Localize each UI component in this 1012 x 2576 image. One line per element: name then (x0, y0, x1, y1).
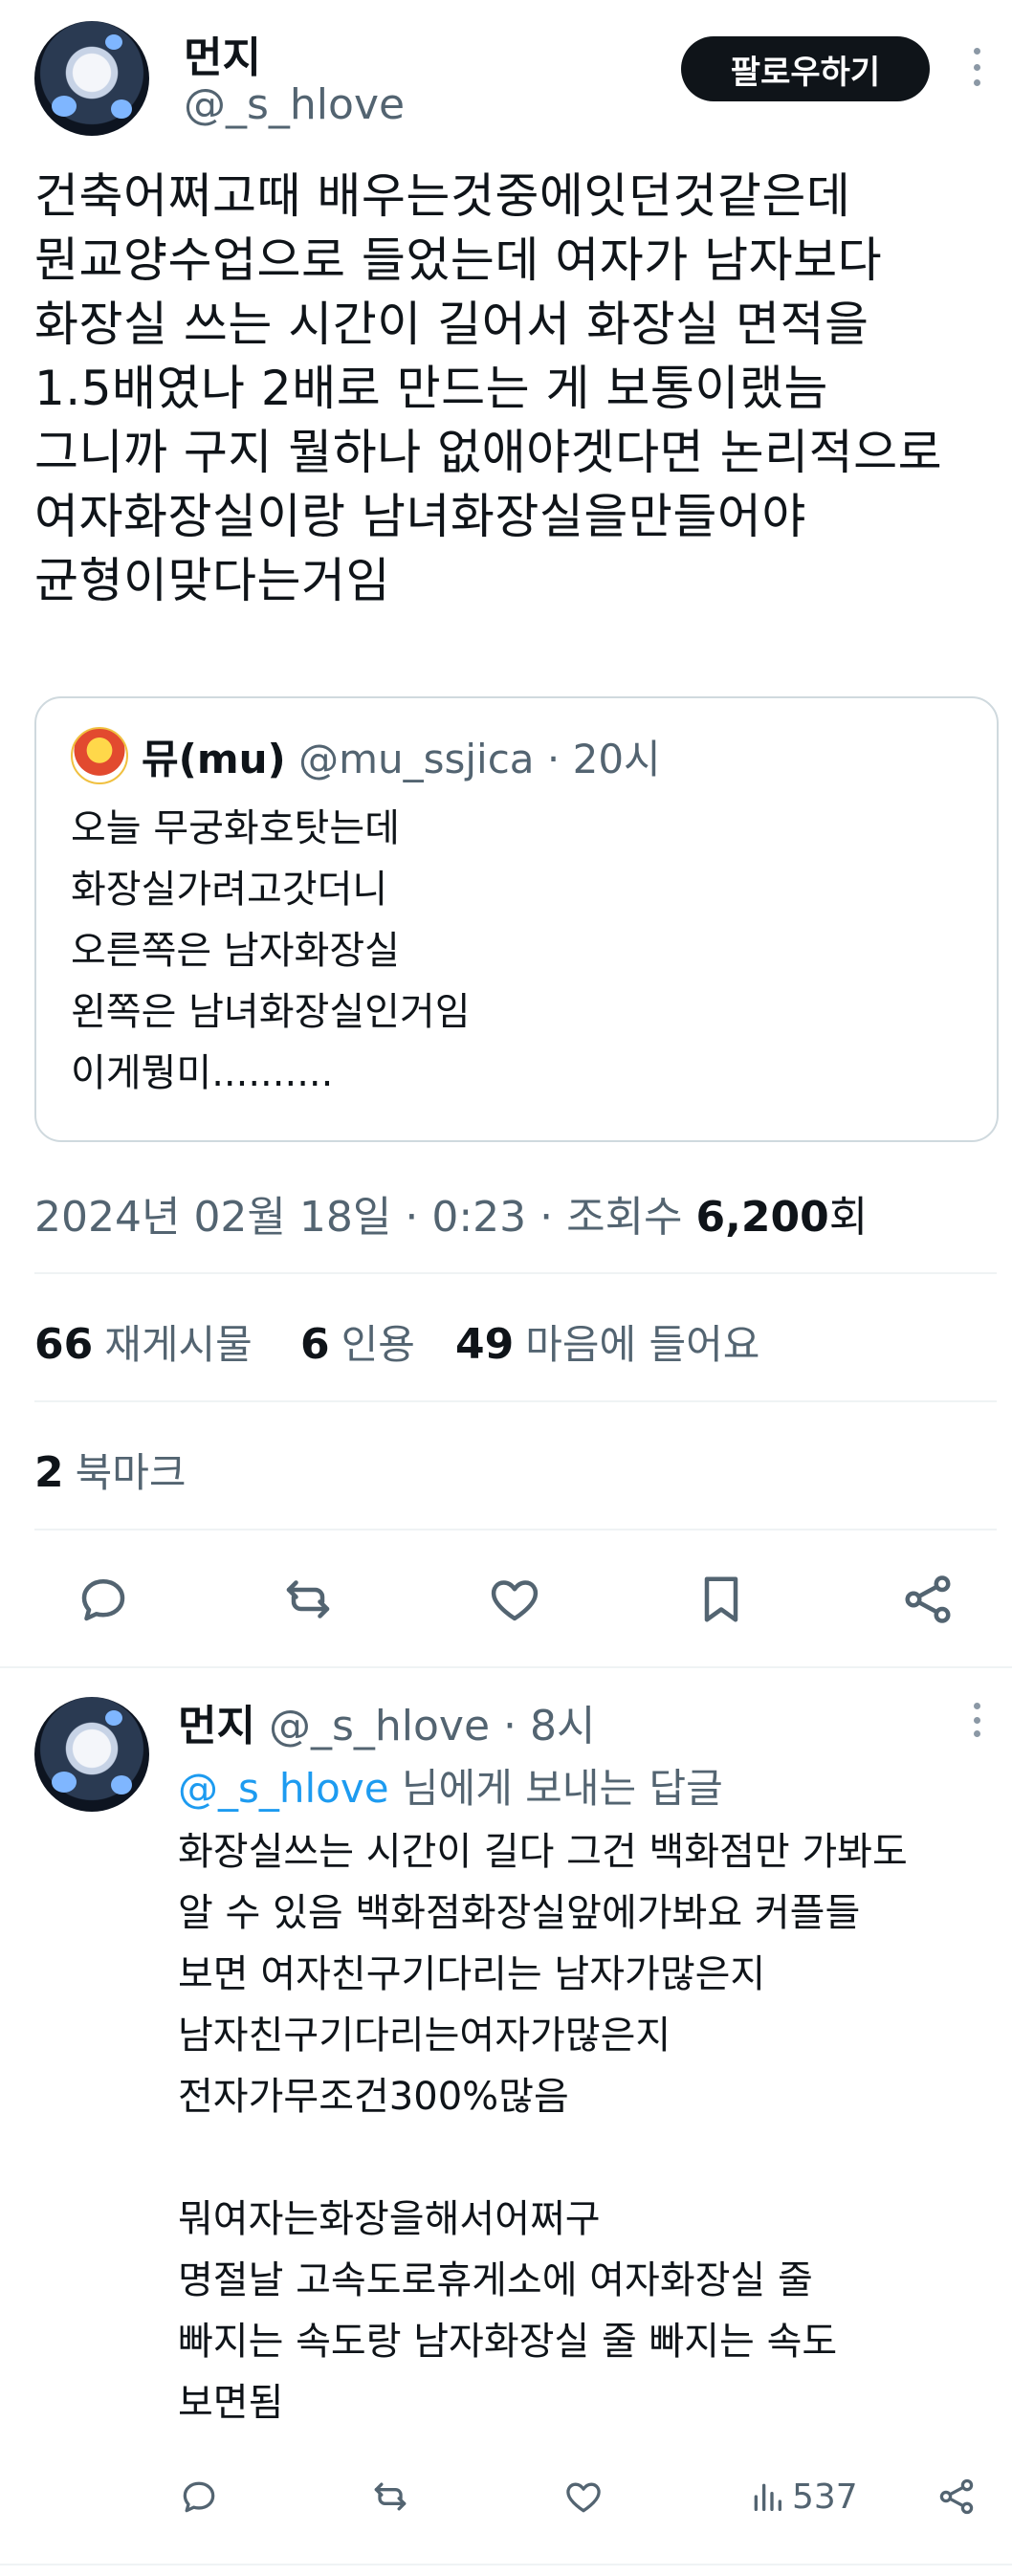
stat-quotes[interactable]: 6 인용 (300, 1312, 415, 1371)
bookmark-icon[interactable] (693, 1571, 750, 1628)
divider (34, 1400, 997, 1402)
retweet-icon[interactable] (369, 2476, 411, 2518)
tweet-datetime: 2024년 02월 18일 · 0:23 · 조회수 (34, 1193, 683, 1242)
author-avatar[interactable] (34, 21, 149, 136)
section-divider (0, 1666, 1012, 1668)
retweets-label: 재게시물 (104, 1321, 253, 1368)
replying-to-suffix: 님에게 보내는 답글 (388, 1765, 723, 1812)
heart-icon[interactable] (486, 1571, 543, 1628)
reply-text: 화장실쓰는 시간이 길다 그건 백화점만 가봐도 알 수 있음 백화점화장실앞에… (178, 1830, 908, 2425)
view-count-suffix: 회 (828, 1193, 869, 1242)
likes-label: 마음에 들어요 (525, 1321, 760, 1368)
retweets-count: 66 (34, 1320, 94, 1369)
share-icon[interactable] (899, 1571, 957, 1628)
more-vertical-icon[interactable] (972, 1703, 981, 1737)
bar-chart-icon (748, 2477, 786, 2516)
author-handle[interactable]: @_s_hlove (184, 80, 405, 129)
reply-time: · 8시 (503, 1702, 596, 1750)
bookmarks-label: 북마크 (75, 1449, 187, 1496)
author-name[interactable]: 먼지 (184, 23, 261, 84)
tweet-meta: 2024년 02월 18일 · 0:23 · 조회수 6,200회 (34, 1182, 868, 1244)
divider (34, 1272, 997, 1274)
reply-author-avatar[interactable] (34, 1697, 149, 1812)
reply-icon[interactable] (75, 1571, 132, 1628)
likes-count: 49 (455, 1320, 515, 1369)
view-count: 6,200 (695, 1193, 829, 1242)
bookmarks-count: 2 (34, 1448, 64, 1497)
retweet-icon[interactable] (279, 1571, 337, 1628)
views-button[interactable]: 537 (748, 2474, 858, 2520)
divider (34, 1529, 997, 1530)
reply-icon[interactable] (178, 2476, 220, 2518)
quote-author-handle: @mu_ssjica (298, 736, 535, 782)
share-icon[interactable] (935, 2476, 978, 2518)
bottom-divider (0, 2564, 1012, 2565)
reply-author-name[interactable]: 먼지 (178, 1702, 255, 1750)
quote-text: 오늘 무궁화호탓는데 화장실가려고갓더니 오른쪽은 남자화장실 왼쪽은 남녀화장… (71, 806, 471, 1095)
replying-to-handle[interactable]: @_s_hlove (178, 1765, 389, 1812)
replying-to: @_s_hlove 님에게 보내는 답글 (178, 1756, 723, 1815)
views-count: 537 (792, 2477, 858, 2517)
tweet-text: 건축어쩌고때 배우는것중에잇던것같은데 뭔교양수업으로 들었는데 여자가 남자보… (34, 168, 943, 608)
quotes-count: 6 (300, 1320, 330, 1369)
quote-tweet-card[interactable]: 뮤(mu) @mu_ssjica · 20시 오늘 무궁화호탓는데 화장실가려고… (34, 696, 999, 1142)
heart-icon[interactable] (562, 2476, 605, 2518)
reply-author-handle[interactable]: @_s_hlove (269, 1702, 490, 1750)
quote-time: · 20시 (546, 736, 661, 782)
quote-author-avatar (71, 727, 128, 784)
stat-bookmarks[interactable]: 2 북마크 (34, 1441, 187, 1499)
quote-author-name: 뮤(mu) (142, 736, 286, 782)
follow-button[interactable]: 팔로우하기 (681, 36, 930, 101)
more-vertical-icon[interactable] (972, 48, 981, 86)
reply-header: 먼지 @_s_hlove · 8시 (178, 1691, 596, 1752)
quotes-label: 인용 (341, 1321, 415, 1368)
stat-likes[interactable]: 49 마음에 들어요 (455, 1312, 759, 1371)
stat-retweets[interactable]: 66 재게시물 (34, 1312, 253, 1371)
